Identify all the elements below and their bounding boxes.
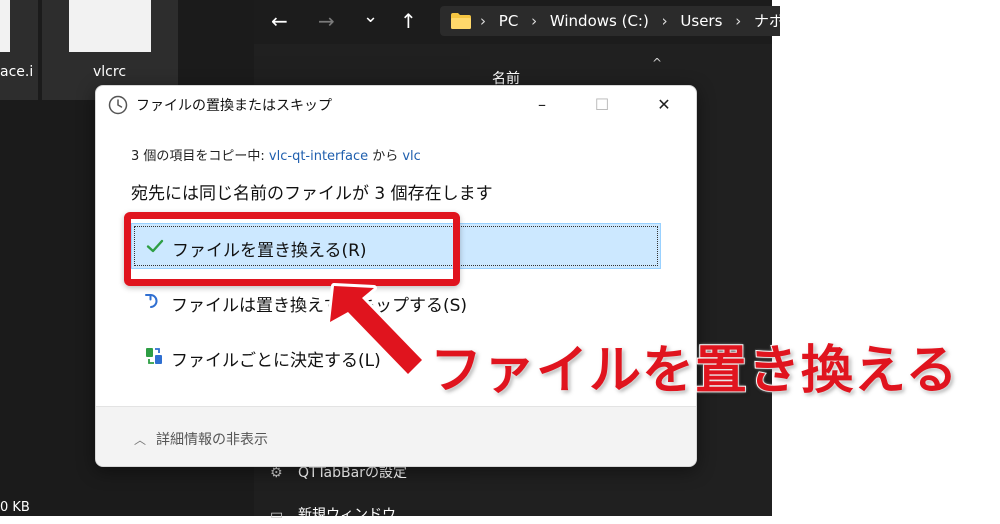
details-toggle[interactable]: ︿ 詳細情報の非表示 [134, 429, 268, 449]
details-toggle-label: 詳細情報の非表示 [156, 432, 269, 448]
breadcrumb-separator: › [531, 12, 538, 30]
breadcrumb-separator: › [661, 12, 668, 30]
file-tile-partial[interactable] [0, 0, 38, 100]
dialog-titlebar[interactable]: ファイルの置換またはスキップ – ☐ ✕ [96, 86, 696, 124]
file-icon [0, 0, 10, 52]
copy-mid: から [368, 149, 403, 164]
breadcrumb: › PC › Windows (C:) › Users › ナポ [480, 6, 780, 36]
skip-arrow-icon [145, 294, 158, 308]
file-label-vlcrc: vlcrc [93, 64, 127, 80]
status-size: 0 KB [0, 500, 30, 515]
folder-icon [451, 13, 471, 29]
back-icon[interactable]: ← [271, 8, 288, 34]
arrow-icon [327, 283, 425, 377]
dialog-footer: ︿ 詳細情報の非表示 [96, 406, 696, 466]
destination-folder-link[interactable]: vlc [402, 149, 420, 164]
menu-item-label: QTTabBarの設定 [298, 465, 407, 481]
menu-item-label: 新規ウィンドウ [298, 507, 396, 523]
file-label-partial: ace.i [0, 64, 34, 80]
dialog-title: ファイルの置換またはスキップ [136, 98, 332, 114]
forward-icon[interactable]: → [318, 8, 335, 34]
minimize-button[interactable]: – [520, 86, 564, 124]
gear-icon: ⚙ [270, 465, 283, 481]
breadcrumb-item-pc[interactable]: PC [499, 12, 519, 30]
menu-item-new-window[interactable]: ▭ 新規ウィンドウ [270, 504, 396, 524]
conflict-message: 宛先には同じ名前のファイルが 3 個存在します [131, 184, 493, 204]
breadcrumb-item-windows[interactable]: Windows (C:) [550, 12, 649, 30]
file-icon [69, 0, 151, 52]
recent-locations-chevron-icon[interactable]: ⌄ [363, 4, 378, 30]
annotation-callout: ファイルを置き換える [429, 340, 959, 402]
window-icon: ▭ [270, 507, 284, 523]
maximize-button[interactable]: ☐ [580, 86, 624, 124]
source-folder-link[interactable]: vlc-qt-interface [269, 149, 368, 164]
breadcrumb-item-user[interactable]: ナポ [754, 12, 780, 30]
address-bar[interactable]: › PC › Windows (C:) › Users › ナポ [440, 6, 780, 36]
copy-progress-text: 3 個の項目をコピー中: vlc-qt-interface から vlc [131, 145, 421, 164]
compare-files-icon [146, 348, 162, 364]
breadcrumb-separator: › [735, 12, 742, 30]
highlight-box [124, 212, 460, 286]
close-button[interactable]: ✕ [642, 86, 686, 124]
up-icon[interactable]: ↑ [400, 8, 417, 34]
clock-icon [108, 95, 128, 115]
copy-prefix: 3 個の項目をコピー中: [131, 149, 269, 164]
breadcrumb-item-users[interactable]: Users [680, 12, 722, 30]
sort-up-icon: ^ [652, 56, 663, 70]
breadcrumb-separator: › [480, 12, 486, 30]
chevron-up-icon: ︿ [134, 433, 147, 447]
